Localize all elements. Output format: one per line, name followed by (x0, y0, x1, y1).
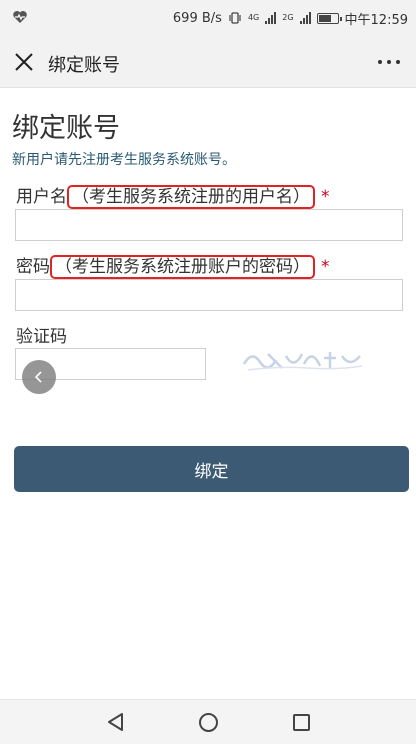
chevron-left-icon (34, 371, 42, 383)
net-speed: 699 B/s (172, 10, 222, 26)
clock: 中午12:59 (344, 12, 408, 28)
bind-button[interactable]: 绑定 (14, 446, 409, 492)
close-icon[interactable] (12, 50, 36, 74)
username-required-mark: * (321, 187, 330, 207)
username-field[interactable] (15, 209, 403, 241)
signal-icon-2 (299, 12, 311, 24)
nav-home-icon[interactable] (199, 713, 218, 732)
battery-icon (316, 12, 342, 24)
window-title: 绑定账号 (48, 55, 120, 76)
network-type-2: 2G (282, 13, 294, 22)
nav-back-icon[interactable] (106, 712, 126, 732)
vibrate-icon (229, 12, 241, 24)
password-required-mark: * (321, 257, 330, 277)
title-bar: 绑定账号 (0, 36, 416, 88)
password-label-row: 密码 （考生服务系统注册账户的密码） * (16, 252, 330, 279)
username-input[interactable] (16, 210, 402, 240)
more-options-icon[interactable] (378, 60, 400, 64)
system-nav-bar (0, 699, 416, 744)
password-label: 密码 (16, 257, 50, 277)
network-type-1: 4G (247, 13, 260, 22)
nav-recents-icon[interactable] (293, 714, 310, 731)
username-label-row: 用户名 （考生服务系统注册的用户名） * (16, 182, 330, 209)
password-input[interactable] (16, 280, 402, 310)
username-hint: （考生服务系统注册的用户名） (67, 185, 315, 209)
captcha-image[interactable] (238, 336, 368, 378)
floating-back-button[interactable] (22, 360, 56, 394)
captcha-label: 验证码 (16, 327, 67, 347)
page-title: 绑定账号 (12, 113, 120, 144)
password-hint: （考生服务系统注册账户的密码） (50, 255, 315, 279)
signal-icon (265, 12, 277, 24)
username-label: 用户名 (16, 187, 67, 207)
heart-pulse-icon (13, 11, 27, 23)
password-field[interactable] (15, 279, 403, 311)
status-bar: 699 B/s 4G 2G 中午12:59 (0, 0, 416, 36)
register-notice: 新用户请先注册考生服务系统账号。 (12, 152, 236, 168)
